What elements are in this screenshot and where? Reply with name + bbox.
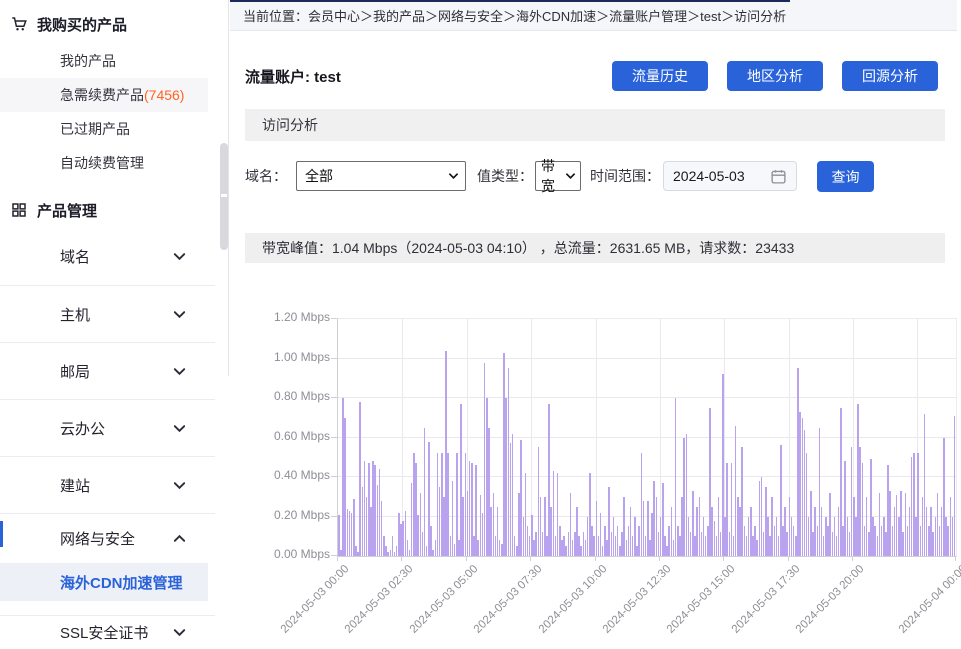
sidebar-item-label: 自动续费管理 bbox=[60, 153, 144, 173]
traffic-history-button[interactable]: 流量历史 bbox=[612, 61, 708, 91]
sidebar-accordion-7[interactable]: SSL安全证书 bbox=[0, 615, 215, 649]
chevron-down-icon bbox=[172, 307, 187, 322]
sidebar-item[interactable]: 自动续费管理 bbox=[0, 146, 208, 180]
calendar-icon bbox=[770, 168, 787, 185]
y-axis-label: 1.00 Mbps bbox=[250, 350, 330, 364]
sidebar-section-purchased[interactable]: 我购买的产品 bbox=[10, 10, 127, 38]
sidebar-accordion-6[interactable]: 网络与安全 bbox=[0, 513, 215, 563]
domain-select-value: 全部 bbox=[305, 166, 333, 186]
region-analysis-button[interactable]: 地区分析 bbox=[727, 61, 823, 91]
sidebar-accordion-label: 网络与安全 bbox=[60, 528, 135, 549]
y-axis-tick bbox=[331, 476, 337, 477]
time-range-label: 时间范围： bbox=[590, 161, 660, 191]
y-axis-label: 0.20 Mbps bbox=[250, 508, 330, 522]
sidebar-accordion-label: SSL安全证书 bbox=[60, 622, 148, 643]
y-axis-label: 0.80 Mbps bbox=[250, 389, 330, 403]
x-axis-tick bbox=[788, 556, 789, 561]
sidebar-selected-item-label: 海外CDN加速管理 bbox=[60, 572, 183, 593]
grid-icon bbox=[10, 201, 28, 219]
query-button[interactable]: 查询 bbox=[817, 161, 874, 192]
sidebar-section-management[interactable]: 产品管理 bbox=[10, 196, 97, 224]
x-axis-tick bbox=[401, 556, 402, 561]
y-axis-tick bbox=[331, 358, 337, 359]
x-axis-tick bbox=[530, 556, 531, 561]
chart-plot bbox=[337, 318, 957, 557]
summary-text: 带宽峰值：1.04 Mbps（2024-05-03 04:10） ，总流量：26… bbox=[262, 238, 794, 258]
h-gridline bbox=[338, 476, 956, 477]
chevron-down-icon bbox=[172, 249, 187, 264]
sidebar-accordion-1[interactable]: 域名 bbox=[0, 228, 215, 285]
chevron-down-icon bbox=[172, 364, 187, 379]
h-gridline bbox=[338, 397, 956, 398]
sidebar-section-title: 我购买的产品 bbox=[37, 14, 127, 35]
y-axis-tick bbox=[331, 318, 337, 319]
y-axis-tick bbox=[331, 397, 337, 398]
chevron-down-icon bbox=[565, 172, 576, 180]
chevron-up-icon bbox=[172, 531, 187, 546]
y-axis-label: 1.20 Mbps bbox=[250, 310, 330, 324]
y-axis-label: 0.40 Mbps bbox=[250, 468, 330, 482]
sidebar-accordion-label: 邮局 bbox=[60, 361, 90, 382]
value-type-label: 值类型： bbox=[477, 161, 533, 191]
sidebar-item-label: 我的产品 bbox=[60, 51, 116, 71]
x-axis-tick bbox=[466, 556, 467, 561]
sidebar-accordion-label: 云办公 bbox=[60, 418, 105, 439]
sidebar-item[interactable]: 已过期产品 bbox=[0, 112, 208, 146]
x-axis-tick bbox=[337, 556, 338, 561]
chevron-down-icon bbox=[172, 625, 187, 640]
section-header: 访问分析 bbox=[245, 109, 945, 141]
sidebar: 我购买的产品我的产品急需续费产品(7456) 已过期产品自动续费管理产品管理域名主… bbox=[0, 0, 215, 649]
date-value: 2024-05-03 bbox=[673, 168, 745, 184]
y-axis-tick bbox=[331, 516, 337, 517]
bandwidth-bar bbox=[954, 416, 956, 556]
traffic-account-label: 流量账户: test bbox=[245, 60, 341, 92]
date-range-input[interactable]: 2024-05-03 bbox=[663, 161, 797, 191]
sidebar-item-label: 急需续费产品 bbox=[60, 85, 144, 105]
x-axis-tick bbox=[955, 556, 956, 561]
x-axis-tick bbox=[852, 556, 853, 561]
sidebar-accordion-label: 主机 bbox=[60, 304, 90, 325]
sidebar-accordion-2[interactable]: 主机 bbox=[0, 285, 215, 342]
x-axis-tick bbox=[723, 556, 724, 561]
x-axis-tick bbox=[659, 556, 660, 561]
cart-icon bbox=[10, 15, 28, 33]
domain-filter-label: 域名： bbox=[245, 161, 287, 191]
breadcrumb: 当前位置：会员中心＞我的产品＞网络与安全＞海外CDN加速＞流量账户管理＞test… bbox=[230, 0, 957, 31]
y-axis-label: 0.00 Mbps bbox=[250, 547, 330, 561]
breadcrumb-text: 当前位置：会员中心＞我的产品＞网络与安全＞海外CDN加速＞流量账户管理＞test… bbox=[243, 6, 786, 25]
sidebar-accordion-label: 建站 bbox=[60, 475, 90, 496]
sidebar-accordion-label: 域名 bbox=[60, 246, 90, 267]
sidebar-accordion-5[interactable]: 建站 bbox=[0, 456, 215, 513]
value-type-select[interactable]: 带宽 bbox=[535, 161, 581, 191]
chevron-down-icon bbox=[448, 172, 459, 180]
y-axis-tick bbox=[331, 437, 337, 438]
sidebar-item-cdn-management[interactable]: 海外CDN加速管理 bbox=[0, 563, 208, 601]
sidebar-item[interactable]: 我的产品 bbox=[0, 44, 208, 78]
origin-analysis-button[interactable]: 回源分析 bbox=[842, 61, 938, 91]
sidebar-item[interactable]: 急需续费产品(7456) bbox=[0, 78, 208, 112]
domain-select[interactable]: 全部 bbox=[296, 161, 466, 191]
sidebar-section-title: 产品管理 bbox=[37, 200, 97, 221]
section-title: 访问分析 bbox=[262, 115, 318, 135]
h-gridline bbox=[338, 358, 956, 359]
renewal-count-badge: (7456) bbox=[144, 87, 184, 103]
h-gridline bbox=[338, 437, 956, 438]
sidebar-scrollbar-thumb[interactable] bbox=[220, 143, 228, 250]
sidebar-divider bbox=[228, 0, 229, 376]
x-axis-label: 2024-05-04 00:00 bbox=[883, 563, 961, 649]
sidebar-item-label: 已过期产品 bbox=[60, 119, 130, 139]
y-axis-label: 0.60 Mbps bbox=[250, 429, 330, 443]
summary-bar: 带宽峰值：1.04 Mbps（2024-05-03 04:10） ，总流量：26… bbox=[245, 233, 945, 263]
traffic-account-text: 流量账户: test bbox=[245, 66, 341, 87]
sidebar-accordion-3[interactable]: 邮局 bbox=[0, 342, 215, 399]
x-axis-tick bbox=[595, 556, 596, 561]
main-content: 当前位置：会员中心＞我的产品＞网络与安全＞海外CDN加速＞流量账户管理＞test… bbox=[230, 0, 961, 649]
sidebar-accordion-4[interactable]: 云办公 bbox=[0, 399, 215, 456]
bandwidth-bar bbox=[424, 428, 426, 556]
chevron-down-icon bbox=[172, 478, 187, 493]
chevron-down-icon bbox=[172, 421, 187, 436]
top-accent-line bbox=[230, 0, 790, 2]
value-type-select-value: 带宽 bbox=[541, 156, 561, 196]
active-section-indicator bbox=[0, 521, 3, 547]
